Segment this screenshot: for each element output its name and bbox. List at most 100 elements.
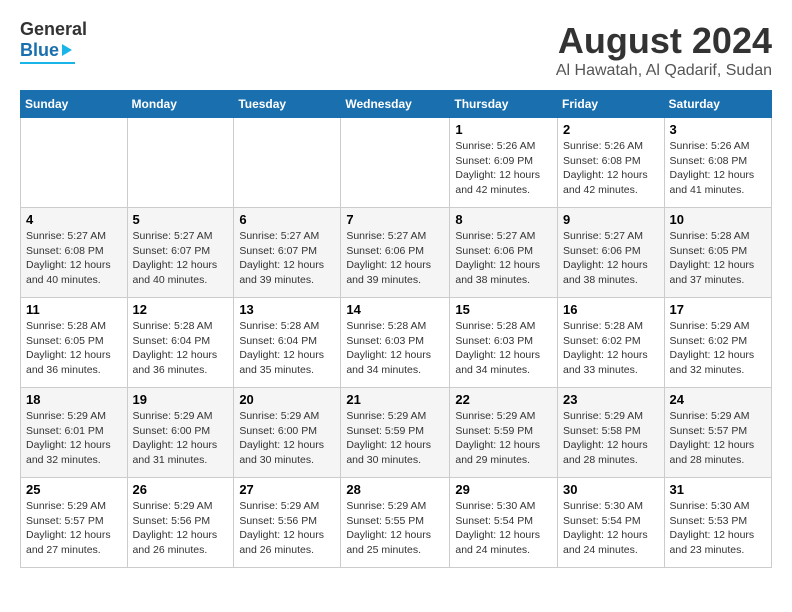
day-info: Sunrise: 5:26 AM Sunset: 6:09 PM Dayligh…	[455, 139, 552, 198]
day-number: 6	[239, 212, 335, 227]
day-number: 27	[239, 482, 335, 497]
day-number: 2	[563, 122, 659, 137]
day-info: Sunrise: 5:29 AM Sunset: 5:58 PM Dayligh…	[563, 409, 659, 468]
day-number: 5	[133, 212, 229, 227]
day-number: 16	[563, 302, 659, 317]
table-row: 21 Sunrise: 5:29 AM Sunset: 5:59 PM Dayli…	[341, 388, 450, 478]
day-number: 17	[670, 302, 766, 317]
table-row: 29Sunrise: 5:30 AM Sunset: 5:54 PM Dayli…	[450, 478, 558, 568]
table-row: 17 Sunrise: 5:29 AM Sunset: 6:02 PM Dayli…	[664, 298, 771, 388]
calendar-week-row: 4 Sunrise: 5:27 AM Sunset: 6:08 PM Daylig…	[21, 208, 772, 298]
day-info: Sunrise: 5:29 AM Sunset: 5:59 PM Dayligh…	[346, 409, 444, 468]
calendar-subtitle: Al Hawatah, Al Qadarif, Sudan	[556, 62, 772, 80]
table-row: 20Sunrise: 5:29 AM Sunset: 6:00 PM Dayli…	[234, 388, 341, 478]
col-saturday: Saturday	[664, 91, 771, 118]
table-row: 16 Sunrise: 5:28 AM Sunset: 6:02 PM Dayli…	[558, 298, 665, 388]
header: General Blue August 2024 Al Hawatah, Al …	[20, 20, 772, 80]
table-row: 13Sunrise: 5:28 AM Sunset: 6:04 PM Dayli…	[234, 298, 341, 388]
logo-bar	[20, 62, 75, 64]
day-info: Sunrise: 5:28 AM Sunset: 6:05 PM Dayligh…	[670, 229, 766, 288]
day-info: Sunrise: 5:27 AM Sunset: 6:07 PM Dayligh…	[239, 229, 335, 288]
col-sunday: Sunday	[21, 91, 128, 118]
day-number: 9	[563, 212, 659, 227]
table-row: 31 Sunrise: 5:30 AM Sunset: 5:53 PM Dayli…	[664, 478, 771, 568]
day-info: Sunrise: 5:26 AM Sunset: 6:08 PM Dayligh…	[670, 139, 766, 198]
day-info: Sunrise: 5:27 AM Sunset: 6:06 PM Dayligh…	[346, 229, 444, 288]
day-info: Sunrise: 5:29 AM Sunset: 6:00 PM Dayligh…	[133, 409, 229, 468]
table-row: 8Sunrise: 5:27 AM Sunset: 6:06 PM Daylig…	[450, 208, 558, 298]
day-info: Sunrise: 5:29 AM Sunset: 5:57 PM Dayligh…	[26, 499, 122, 558]
day-number: 4	[26, 212, 122, 227]
calendar-week-row: 11 Sunrise: 5:28 AM Sunset: 6:05 PM Dayli…	[21, 298, 772, 388]
day-number: 11	[26, 302, 122, 317]
day-number: 22	[455, 392, 552, 407]
table-row: 27 Sunrise: 5:29 AM Sunset: 5:56 PM Dayli…	[234, 478, 341, 568]
logo-blue-text: Blue	[20, 40, 59, 61]
table-row: 3 Sunrise: 5:26 AM Sunset: 6:08 PM Daylig…	[664, 118, 771, 208]
day-number: 12	[133, 302, 229, 317]
calendar-header-row: Sunday Monday Tuesday Wednesday Thursday…	[21, 91, 772, 118]
day-number: 26	[133, 482, 229, 497]
calendar-table: Sunday Monday Tuesday Wednesday Thursday…	[20, 90, 772, 568]
day-number: 20	[239, 392, 335, 407]
day-info: Sunrise: 5:27 AM Sunset: 6:08 PM Dayligh…	[26, 229, 122, 288]
table-row: 9 Sunrise: 5:27 AM Sunset: 6:06 PM Daylig…	[558, 208, 665, 298]
day-number: 25	[26, 482, 122, 497]
day-number: 14	[346, 302, 444, 317]
day-info: Sunrise: 5:27 AM Sunset: 6:06 PM Dayligh…	[563, 229, 659, 288]
day-info: Sunrise: 5:27 AM Sunset: 6:06 PM Dayligh…	[455, 229, 552, 288]
day-info: Sunrise: 5:28 AM Sunset: 6:03 PM Dayligh…	[346, 319, 444, 378]
day-info: Sunrise: 5:29 AM Sunset: 6:01 PM Dayligh…	[26, 409, 122, 468]
table-row: 22 Sunrise: 5:29 AM Sunset: 5:59 PM Dayli…	[450, 388, 558, 478]
day-info: Sunrise: 5:29 AM Sunset: 5:56 PM Dayligh…	[239, 499, 335, 558]
day-number: 19	[133, 392, 229, 407]
day-info: Sunrise: 5:29 AM Sunset: 5:55 PM Dayligh…	[346, 499, 444, 558]
day-info: Sunrise: 5:28 AM Sunset: 6:05 PM Dayligh…	[26, 319, 122, 378]
day-info: Sunrise: 5:29 AM Sunset: 5:56 PM Dayligh…	[133, 499, 229, 558]
day-number: 29	[455, 482, 552, 497]
logo: General Blue	[20, 20, 87, 64]
table-row: 4 Sunrise: 5:27 AM Sunset: 6:08 PM Daylig…	[21, 208, 128, 298]
table-row: 6 Sunrise: 5:27 AM Sunset: 6:07 PM Daylig…	[234, 208, 341, 298]
day-number: 31	[670, 482, 766, 497]
table-row: 1Sunrise: 5:26 AM Sunset: 6:09 PM Daylig…	[450, 118, 558, 208]
day-number: 7	[346, 212, 444, 227]
day-info: Sunrise: 5:29 AM Sunset: 6:02 PM Dayligh…	[670, 319, 766, 378]
table-row: 18 Sunrise: 5:29 AM Sunset: 6:01 PM Dayli…	[21, 388, 128, 478]
table-row	[341, 118, 450, 208]
table-row: 19 Sunrise: 5:29 AM Sunset: 6:00 PM Dayli…	[127, 388, 234, 478]
day-number: 15	[455, 302, 552, 317]
table-row: 11 Sunrise: 5:28 AM Sunset: 6:05 PM Dayli…	[21, 298, 128, 388]
day-number: 18	[26, 392, 122, 407]
calendar-title: August 2024	[556, 20, 772, 62]
table-row: 10Sunrise: 5:28 AM Sunset: 6:05 PM Dayli…	[664, 208, 771, 298]
day-number: 21	[346, 392, 444, 407]
title-section: August 2024 Al Hawatah, Al Qadarif, Suda…	[556, 20, 772, 80]
logo-chevron-icon	[62, 44, 72, 56]
day-info: Sunrise: 5:29 AM Sunset: 5:57 PM Dayligh…	[670, 409, 766, 468]
table-row: 30 Sunrise: 5:30 AM Sunset: 5:54 PM Dayli…	[558, 478, 665, 568]
table-row: 24 Sunrise: 5:29 AM Sunset: 5:57 PM Dayli…	[664, 388, 771, 478]
calendar-week-row: 1Sunrise: 5:26 AM Sunset: 6:09 PM Daylig…	[21, 118, 772, 208]
day-number: 13	[239, 302, 335, 317]
day-info: Sunrise: 5:30 AM Sunset: 5:53 PM Dayligh…	[670, 499, 766, 558]
table-row: 23 Sunrise: 5:29 AM Sunset: 5:58 PM Dayli…	[558, 388, 665, 478]
day-number: 28	[346, 482, 444, 497]
col-wednesday: Wednesday	[341, 91, 450, 118]
table-row	[127, 118, 234, 208]
day-info: Sunrise: 5:29 AM Sunset: 5:59 PM Dayligh…	[455, 409, 552, 468]
day-info: Sunrise: 5:28 AM Sunset: 6:02 PM Dayligh…	[563, 319, 659, 378]
day-info: Sunrise: 5:27 AM Sunset: 6:07 PM Dayligh…	[133, 229, 229, 288]
calendar-week-row: 18 Sunrise: 5:29 AM Sunset: 6:01 PM Dayli…	[21, 388, 772, 478]
day-number: 30	[563, 482, 659, 497]
table-row: 5 Sunrise: 5:27 AM Sunset: 6:07 PM Daylig…	[127, 208, 234, 298]
col-monday: Monday	[127, 91, 234, 118]
logo-general-text: General	[20, 20, 87, 40]
table-row: 14 Sunrise: 5:28 AM Sunset: 6:03 PM Dayli…	[341, 298, 450, 388]
table-row: 15Sunrise: 5:28 AM Sunset: 6:03 PM Dayli…	[450, 298, 558, 388]
day-number: 24	[670, 392, 766, 407]
day-info: Sunrise: 5:30 AM Sunset: 5:54 PM Dayligh…	[563, 499, 659, 558]
day-number: 3	[670, 122, 766, 137]
day-info: Sunrise: 5:26 AM Sunset: 6:08 PM Dayligh…	[563, 139, 659, 198]
day-number: 23	[563, 392, 659, 407]
